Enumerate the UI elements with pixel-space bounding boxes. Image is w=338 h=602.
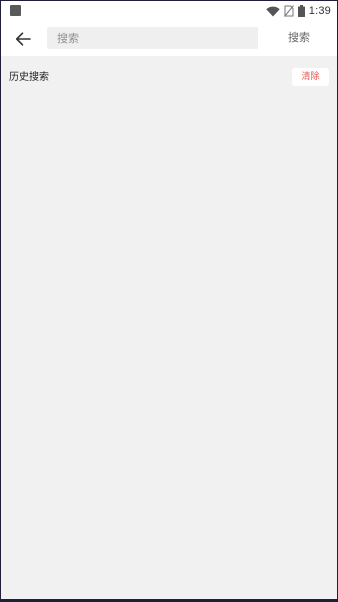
no-sim-icon	[283, 5, 294, 17]
arrow-left-icon	[15, 32, 31, 46]
search-input[interactable]	[47, 27, 258, 49]
notification-icon	[10, 5, 21, 16]
search-toolbar: 搜索	[1, 21, 337, 56]
wifi-icon	[266, 6, 280, 16]
search-button[interactable]: 搜索	[271, 27, 327, 49]
status-time: 1:39	[308, 5, 331, 17]
clear-history-button[interactable]: 清除	[292, 68, 329, 86]
battery-icon	[297, 5, 305, 17]
status-icons: 1:39	[266, 4, 331, 18]
search-history-title: 历史搜索	[9, 72, 49, 83]
status-bar: 1:39	[1, 1, 337, 21]
back-button[interactable]	[10, 26, 36, 52]
app-screen: 1:39 搜索 历史搜索 清除	[1, 1, 337, 599]
